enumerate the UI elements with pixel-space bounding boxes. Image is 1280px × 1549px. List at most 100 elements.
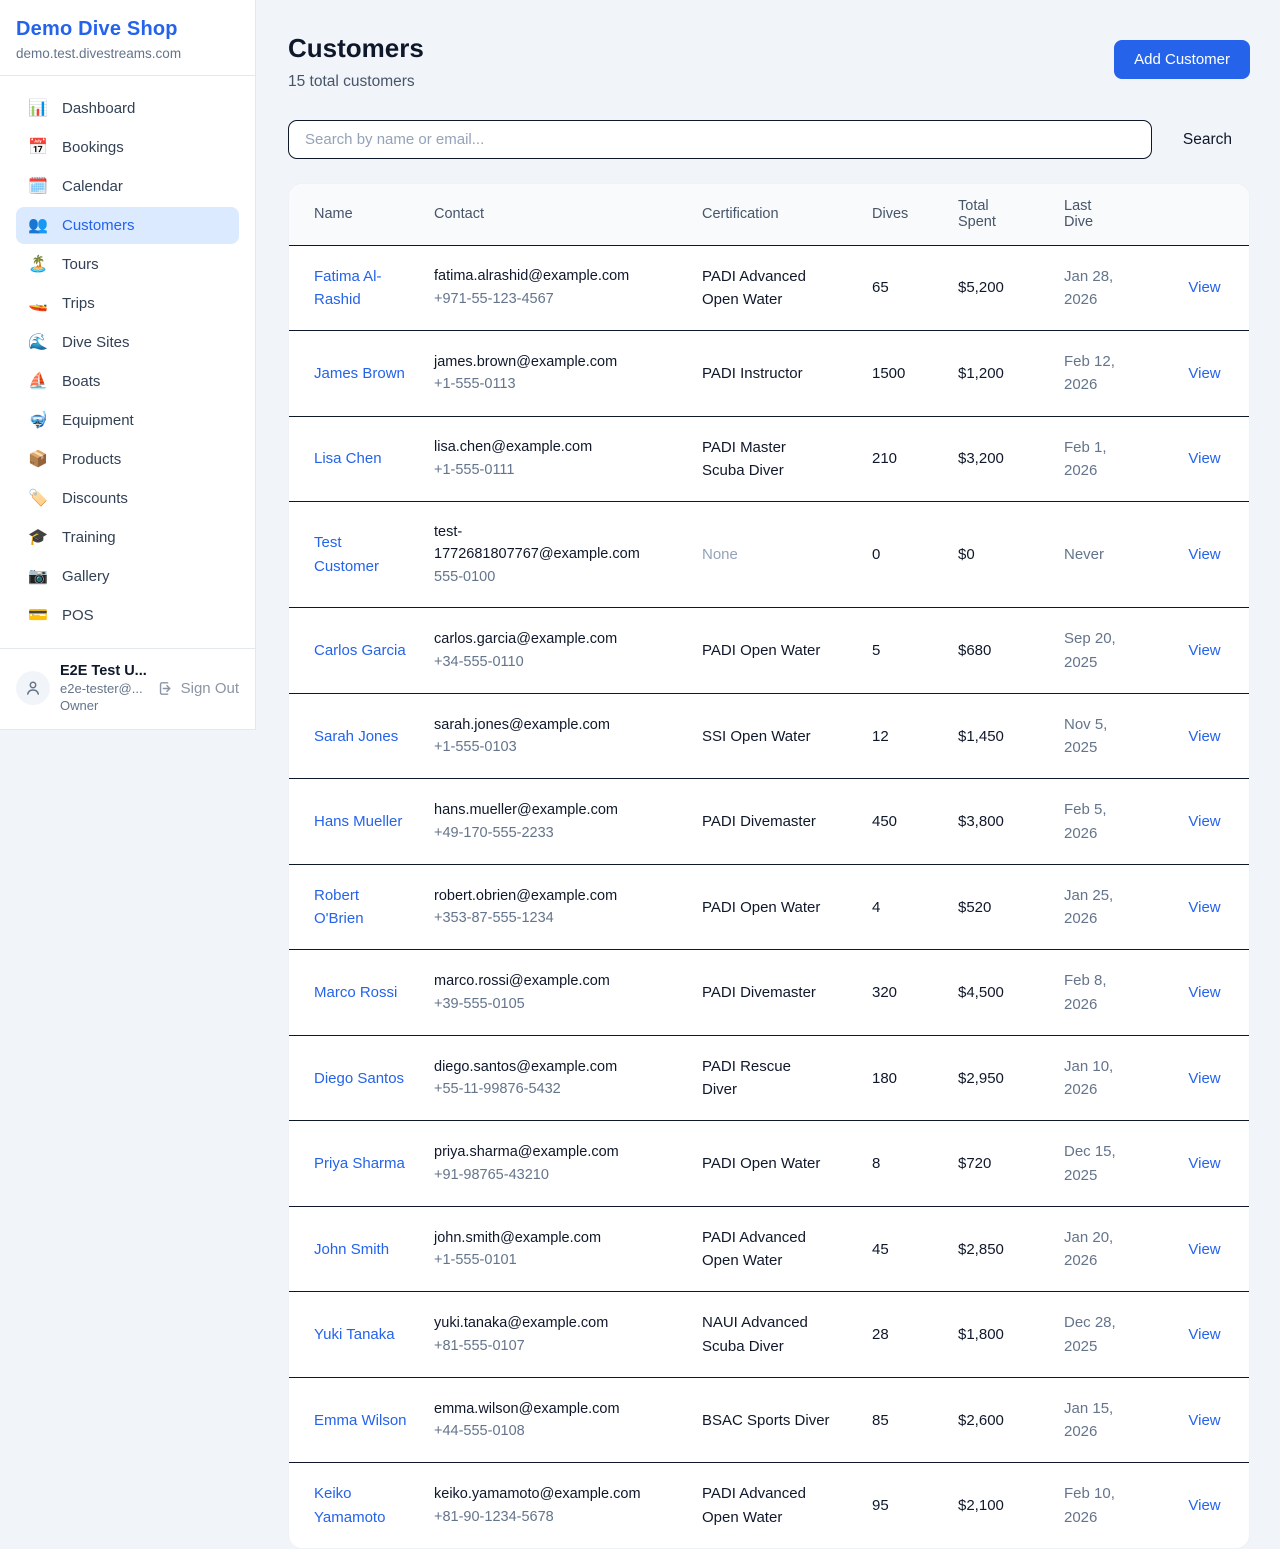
view-customer-link[interactable]: View	[1188, 1326, 1220, 1343]
customer-total-spent-cell: $5,200	[958, 245, 1064, 331]
view-customer-link[interactable]: View	[1188, 1497, 1220, 1514]
view-customer-link[interactable]: View	[1188, 1241, 1220, 1258]
customer-name-link[interactable]: Priya Sharma	[314, 1152, 419, 1175]
customer-row: Lisa Chen lisa.chen@example.com +1-555-0…	[289, 416, 1250, 502]
view-customer-link[interactable]: View	[1188, 813, 1220, 830]
sidebar-item-tours[interactable]: 🏝️ Tours	[16, 246, 239, 283]
customer-name-link[interactable]: James Brown	[314, 362, 419, 385]
customer-phone: 555-0100	[434, 566, 662, 588]
customer-name-link[interactable]: Yuki Tanaka	[314, 1323, 409, 1346]
customer-certification-cell: PADI Open Water	[702, 608, 872, 694]
sidebar-item-discounts[interactable]: 🏷️ Discounts	[16, 480, 239, 517]
sidebar-item-gallery[interactable]: 📷 Gallery	[16, 558, 239, 595]
customer-dives-cell: 180	[872, 1035, 958, 1121]
customer-email: john.smith@example.com	[434, 1227, 662, 1249]
view-customer-link[interactable]: View	[1188, 365, 1220, 382]
customer-dives-cell: 45	[872, 1206, 958, 1292]
customer-total-spent-cell: $2,100	[958, 1463, 1064, 1548]
customer-email: james.brown@example.com	[434, 351, 662, 373]
customer-row: Marco Rossi marco.rossi@example.com +39-…	[289, 950, 1250, 1036]
customer-phone: +1-555-0101	[434, 1249, 662, 1271]
main-content: Customers 15 total customers Add Custome…	[256, 0, 1280, 1549]
sidebar-item-boats[interactable]: ⛵ Boats	[16, 363, 239, 400]
customer-email: emma.wilson@example.com	[434, 1398, 662, 1420]
user-box: E2E Test U... e2e-tester@... Owner Sign …	[0, 649, 255, 727]
sidebar-item-trips[interactable]: 🚤 Trips	[16, 285, 239, 322]
customers-table: Name Contact Certification Dives Total S…	[289, 184, 1250, 1548]
sidebar-item-pos[interactable]: 💳 POS	[16, 597, 239, 634]
customer-dives-cell: 320	[872, 950, 958, 1036]
add-customer-button[interactable]: Add Customer	[1114, 40, 1250, 79]
customer-name-link[interactable]: Robert O'Brien	[314, 884, 422, 931]
calendar-icon: 🗓️	[28, 179, 48, 195]
view-customer-link[interactable]: View	[1188, 450, 1220, 467]
customer-name-link[interactable]: Sarah Jones	[314, 725, 412, 748]
customer-dives-cell: 12	[872, 693, 958, 779]
customer-total-spent-cell: $720	[958, 1121, 1064, 1207]
sidebar-item-training[interactable]: 🎓 Training	[16, 519, 239, 556]
sidebar-item-customers[interactable]: 👥 Customers	[16, 207, 239, 244]
view-customer-link[interactable]: View	[1188, 279, 1220, 296]
customer-contact-cell: carlos.garcia@example.com +34-555-0110	[434, 608, 702, 694]
customer-name-link[interactable]: Carlos Garcia	[314, 639, 420, 662]
sidebar-item-dive-sites[interactable]: 🌊 Dive Sites	[16, 324, 239, 361]
customer-name-cell: Carlos Garcia	[289, 608, 434, 694]
customer-dives-cell: 95	[872, 1463, 958, 1548]
customer-email: test-1772681807767@example.com	[434, 521, 662, 566]
view-customer-link[interactable]: View	[1188, 1155, 1220, 1172]
customer-name-link[interactable]: Hans Mueller	[314, 810, 416, 833]
view-customer-link[interactable]: View	[1188, 984, 1220, 1001]
customer-row: Sarah Jones sarah.jones@example.com +1-5…	[289, 693, 1250, 779]
search-input[interactable]	[288, 120, 1152, 159]
customer-certification-cell: PADI Open Water	[702, 1121, 872, 1207]
customer-email: marco.rossi@example.com	[434, 970, 662, 992]
customers-table-card: Name Contact Certification Dives Total S…	[288, 183, 1250, 1549]
customer-row: Fatima Al-Rashid fatima.alrashid@example…	[289, 245, 1250, 331]
customer-last-dive-cell: Feb 12, 2026	[1064, 331, 1170, 417]
view-customer-link[interactable]: View	[1188, 1412, 1220, 1429]
customer-name-link[interactable]: John Smith	[314, 1238, 403, 1261]
customer-name-cell: Lisa Chen	[289, 416, 434, 502]
customer-contact-cell: sarah.jones@example.com +1-555-0103	[434, 693, 702, 779]
customer-row: Carlos Garcia carlos.garcia@example.com …	[289, 608, 1250, 694]
customer-certification-cell: BSAC Sports Diver	[702, 1377, 872, 1463]
customer-email: carlos.garcia@example.com	[434, 628, 662, 650]
view-customer-link[interactable]: View	[1188, 899, 1220, 916]
customer-name-link[interactable]: Marco Rossi	[314, 981, 411, 1004]
customer-name-link[interactable]: Test Customer	[314, 531, 422, 578]
customer-actions-cell: View	[1170, 502, 1250, 608]
sign-out-button[interactable]: Sign Out	[157, 680, 239, 697]
customer-name-link[interactable]: Fatima Al-Rashid	[314, 265, 422, 312]
customer-name-link[interactable]: Emma Wilson	[314, 1409, 421, 1432]
search-button[interactable]: Search	[1152, 131, 1250, 149]
customer-contact-cell: test-1772681807767@example.com 555-0100	[434, 502, 702, 608]
customer-actions-cell: View	[1170, 1206, 1250, 1292]
view-customer-link[interactable]: View	[1188, 642, 1220, 659]
customer-total-spent-cell: $4,500	[958, 950, 1064, 1036]
customer-last-dive-cell: Dec 28, 2025	[1064, 1292, 1170, 1378]
customer-name-link[interactable]: Diego Santos	[314, 1067, 418, 1090]
table-header-row: Name Contact Certification Dives Total S…	[289, 184, 1250, 245]
customer-last-dive-cell: Jan 20, 2026	[1064, 1206, 1170, 1292]
column-header-actions	[1170, 184, 1250, 245]
view-customer-link[interactable]: View	[1188, 546, 1220, 563]
sidebar-item-bookings[interactable]: 📅 Bookings	[16, 129, 239, 166]
column-header-contact: Contact	[434, 184, 702, 245]
column-header-dives: Dives	[872, 184, 958, 245]
sidebar-item-label: Training	[62, 529, 116, 546]
customer-name-link[interactable]: Keiko Yamamoto	[314, 1482, 422, 1529]
view-customer-link[interactable]: View	[1188, 728, 1220, 745]
view-customer-link[interactable]: View	[1188, 1070, 1220, 1087]
customer-dives-cell: 4	[872, 864, 958, 950]
sidebar-item-calendar[interactable]: 🗓️ Calendar	[16, 168, 239, 205]
customer-actions-cell: View	[1170, 1035, 1250, 1121]
customer-actions-cell: View	[1170, 779, 1250, 865]
equipment-icon: 🤿	[28, 413, 48, 429]
sidebar-item-equipment[interactable]: 🤿 Equipment	[16, 402, 239, 439]
customer-name-link[interactable]: Lisa Chen	[314, 447, 396, 470]
customer-certification-cell: NAUI Advanced Scuba Diver	[702, 1292, 872, 1378]
sidebar-item-products[interactable]: 📦 Products	[16, 441, 239, 478]
column-header-total-spent: Total Spent	[958, 184, 1064, 245]
sidebar-item-dashboard[interactable]: 📊 Dashboard	[16, 90, 239, 127]
discounts-icon: 🏷️	[28, 491, 48, 507]
